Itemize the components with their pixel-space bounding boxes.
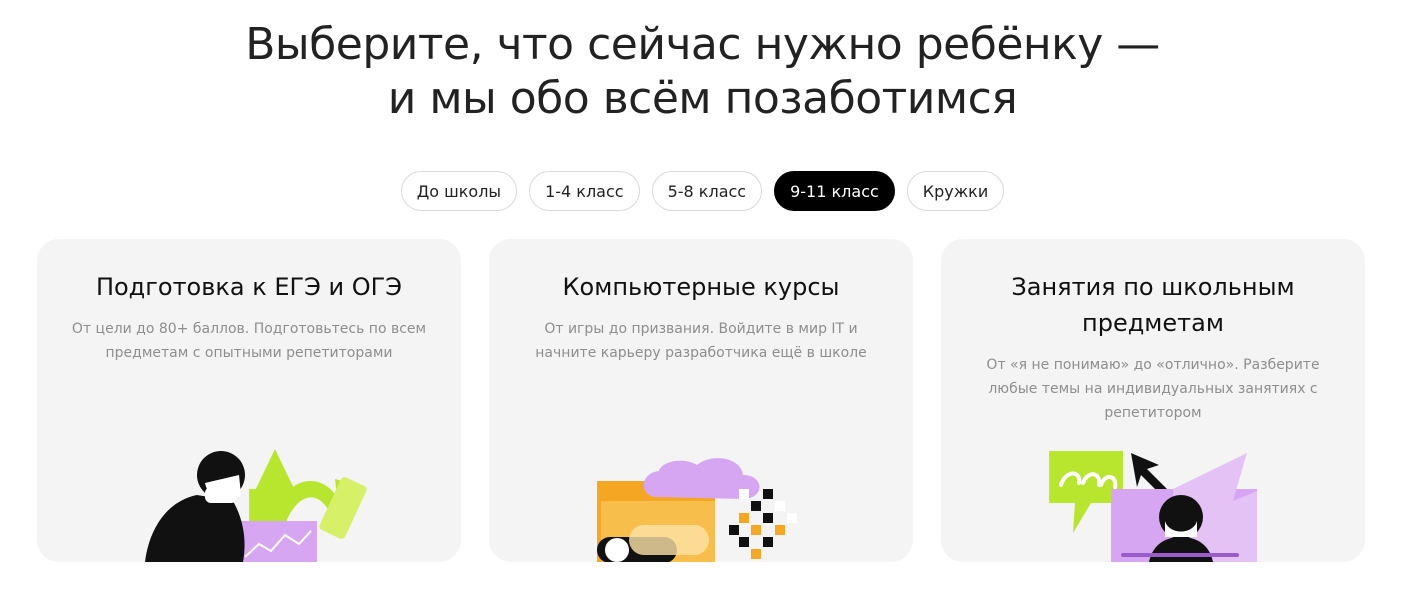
tab-grade-9-11[interactable]: 9-11 класс	[774, 171, 895, 211]
folder-cloud-pixels-illustration	[597, 458, 797, 562]
page-title-line-2: и мы обо всём позаботимся	[387, 73, 1018, 124]
card-school-subjects[interactable]: Занятия по школьным предметам От «я не п…	[941, 239, 1365, 562]
tab-preschool[interactable]: До школы	[400, 171, 518, 211]
page-title-line-1: Выберите, что сейчас нужно ребёнку —	[245, 19, 1160, 70]
tab-grade-1-4[interactable]: 1-4 класс	[529, 171, 640, 211]
grade-tabs: До школы 1-4 класс 5-8 класс 9-11 класс …	[0, 171, 1405, 211]
card-computer-courses[interactable]: Компьютерные курсы От игры до призвания.…	[489, 239, 913, 562]
tab-clubs[interactable]: Кружки	[906, 171, 1005, 211]
online-lesson-screen-illustration	[1049, 451, 1257, 562]
card-exam-prep[interactable]: Подготовка к ЕГЭ и ОГЭ От цели до 80+ ба…	[37, 239, 461, 562]
tab-grade-5-8[interactable]: 5-8 класс	[651, 171, 763, 211]
page-title: Выберите, что сейчас нужно ребёнку — и м…	[0, 18, 1405, 126]
student-growth-arrow-illustration	[145, 449, 367, 562]
